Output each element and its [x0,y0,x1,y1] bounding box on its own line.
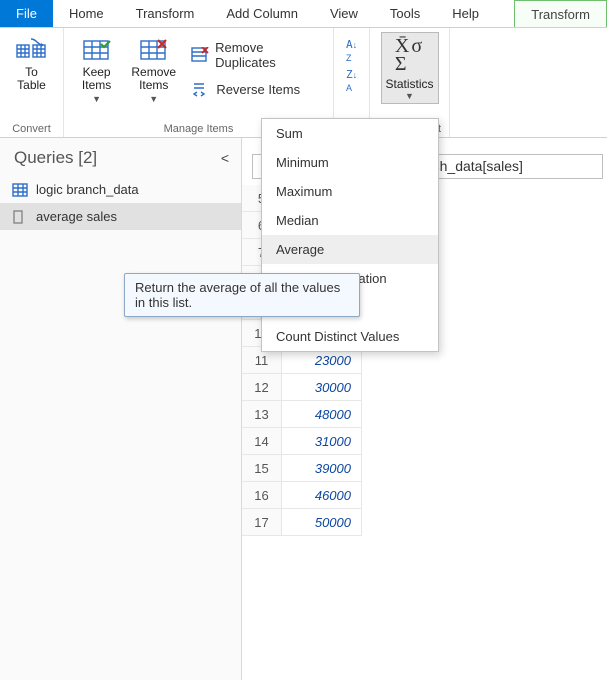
menu-item-sum[interactable]: Sum [262,119,438,148]
menu-item-count-distinct-values[interactable]: Count Distinct Values [262,322,438,351]
statistics-icon: X̄σΣ [395,37,424,73]
cell-value[interactable]: 50000 [282,509,362,536]
reverse-items-icon [190,80,210,98]
keep-items-icon [80,36,114,64]
dropdown-caret-icon: ▼ [92,94,101,104]
row-number[interactable]: 13 [242,401,282,428]
to-table-label: To Table [17,66,46,92]
row-number[interactable]: 17 [242,509,282,536]
tab-transform[interactable]: Transform [120,0,211,27]
query-item-label: logic branch_data [36,182,139,197]
row-number[interactable]: 16 [242,482,282,509]
sort-asc-button[interactable]: A↓Z [346,38,357,64]
menu-item-average[interactable]: Average [262,235,438,264]
tab-view[interactable]: View [314,0,374,27]
cell-value[interactable]: 46000 [282,482,362,509]
table-icon [12,183,28,197]
query-item-label: average sales [36,209,117,224]
menu-item-median[interactable]: Median [262,206,438,235]
remove-items-button[interactable]: Remove Items ▼ [129,32,178,104]
row-number[interactable]: 15 [242,455,282,482]
tab-home[interactable]: Home [53,0,120,27]
cell-value[interactable]: 31000 [282,428,362,455]
statistics-label: Statistics [386,77,434,91]
cell-value[interactable]: 48000 [282,401,362,428]
sort-desc-button[interactable]: Z↓A [346,68,357,94]
ribbon-group-convert: To Table Convert [0,28,64,137]
remove-items-label: Remove Items [131,66,176,92]
reverse-items-label: Reverse Items [216,82,300,97]
tab-help[interactable]: Help [436,0,495,27]
menu-item-maximum[interactable]: Maximum [262,177,438,206]
dropdown-caret-icon: ▼ [405,91,414,101]
remove-items-icon [137,36,171,64]
keep-items-button[interactable]: Keep Items ▼ [72,32,121,104]
row-number[interactable]: 14 [242,428,282,455]
dropdown-caret-icon: ▼ [149,94,158,104]
row-number[interactable]: 12 [242,374,282,401]
queries-pane: Queries [2] < logic branch_data average … [0,138,242,680]
ribbon-group-label: Convert [12,121,51,135]
cell-value[interactable]: 30000 [282,374,362,401]
list-icon [12,210,28,224]
to-table-button[interactable]: To Table [6,32,58,92]
query-item-average-sales[interactable]: average sales [0,203,241,230]
tooltip: Return the average of all the values in … [124,273,360,317]
queries-title: Queries [2] [14,148,97,168]
tab-tools[interactable]: Tools [374,0,436,27]
keep-items-label: Keep Items [82,66,111,92]
ribbon-group-label: Manage Items [164,121,234,135]
tab-file[interactable]: File [0,0,53,27]
query-item-logic-branch-data[interactable]: logic branch_data [0,176,241,203]
menu-tabs: File Home Transform Add Column View Tool… [0,0,607,28]
tab-add-column[interactable]: Add Column [210,0,314,27]
reverse-items-button[interactable]: Reverse Items [186,78,325,100]
collapse-pane-button[interactable]: < [221,150,229,166]
statistics-button[interactable]: X̄σΣ Statistics ▼ [381,32,439,104]
cell-value[interactable]: 39000 [282,455,362,482]
to-table-icon [15,36,49,64]
remove-duplicates-button[interactable]: Remove Duplicates [186,38,325,72]
remove-duplicates-label: Remove Duplicates [215,40,321,70]
tab-transform-context[interactable]: Transform [514,0,607,27]
remove-duplicates-icon [190,46,209,64]
menu-item-minimum[interactable]: Minimum [262,148,438,177]
